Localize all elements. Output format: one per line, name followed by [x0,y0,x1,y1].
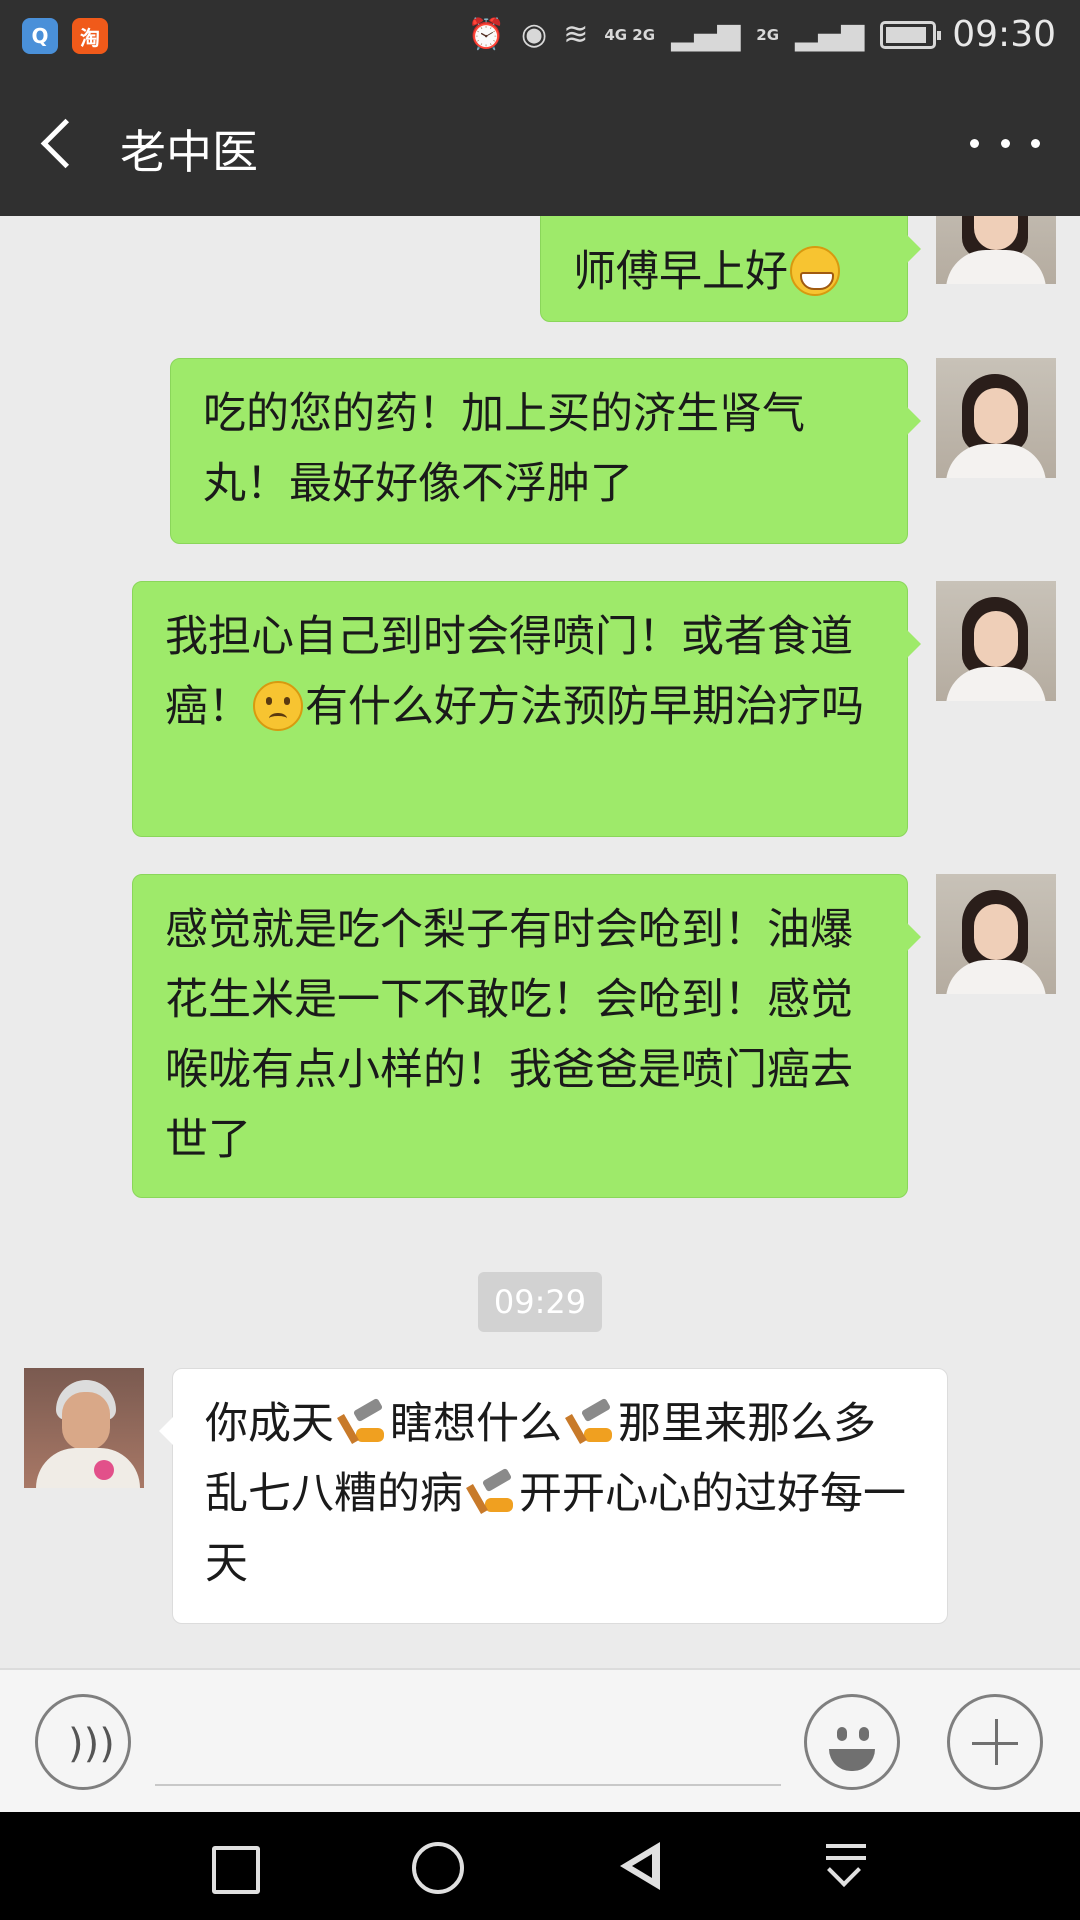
taobao-icon: 淘 [72,18,108,54]
message-text: 感觉就是吃个梨子有时会呛到！油爆花生米是一下不敢吃！会呛到！感觉喉咙有点小样的！… [165,905,853,1165]
back-icon[interactable] [618,1842,670,1894]
message-text-continued: 有什么好方法预防早期治疗吗 [305,682,864,732]
notification-pulldown-icon[interactable] [822,1842,874,1894]
network-label-2: 2G [756,25,780,44]
hammer-emoji-icon [564,1400,616,1448]
grin-emoji-icon [790,246,840,296]
message-text: 吃的您的药！加上买的济生肾气丸！最好好像不浮肿了 [203,389,805,509]
avatar[interactable] [936,581,1056,701]
status-time: 09:30 [952,14,1056,55]
message-bubble-outgoing[interactable]: 师傅早上好 [540,216,921,322]
chat-input-bar: ))) [0,1668,1080,1812]
qq-browser-icon: Q [22,18,58,54]
signal-icon-2: ▂▄▆ [795,17,865,52]
hammer-emoji-icon [336,1400,388,1448]
message-bubble-outgoing[interactable]: 感觉就是吃个梨子有时会呛到！油爆花生米是一下不敢吃！会呛到！感觉喉咙有点小样的！… [132,874,921,1198]
battery-icon [880,20,942,49]
message-text: 你成天 [205,1399,334,1449]
message-timestamp: 09:29 [478,1272,602,1332]
wifi-icon: ≋ [563,17,589,52]
avatar-old-doctor[interactable] [24,1368,144,1488]
sad-emoji-icon [253,681,303,731]
more-options-button[interactable] [970,128,1040,158]
signal-icon: ▂▄▆ [671,17,741,52]
voice-input-button[interactable]: ))) [35,1694,131,1790]
hammer-emoji-icon [465,1470,517,1518]
recent-apps-icon[interactable] [208,1842,260,1894]
status-indicators: ⏰ ◉ ≋ 4G 2G ▂▄▆ 2G ▂▄▆ 09:30 [468,14,1056,55]
network-label-1: 4G 2G [604,25,656,44]
system-navigation-bar [0,1812,1080,1920]
home-icon[interactable] [412,1842,464,1894]
message-text: 瞎想什么 [390,1399,562,1449]
more-dots-icon [970,138,979,148]
message-bubble-outgoing[interactable]: 我担心自己到时会得喷门！或者食道癌！ 有什么好方法预防早期治疗吗 [132,581,921,837]
back-button[interactable] [30,110,90,178]
message-bubble-outgoing[interactable]: 吃的您的药！加上买的济生肾气丸！最好好像不浮肿了 [170,358,921,544]
status-bar: Q 淘 ⏰ ◉ ≋ 4G 2G ▂▄▆ 2G ▂▄▆ 09:30 [0,0,1080,72]
avatar[interactable] [936,358,1056,478]
alarm-icon: ⏰ [467,17,505,52]
avatar[interactable] [936,216,1056,284]
message-input[interactable] [155,1710,781,1786]
eye-icon: ◉ [521,17,548,52]
emoji-button[interactable] [804,1694,900,1790]
message-text: 师傅早上好 [573,247,788,297]
message-bubble-incoming[interactable]: 你成天 瞎想什么 那里来那么多乱七八糟的病 开开心心的过好每一天 [159,1368,948,1624]
more-functions-button[interactable] [947,1694,1043,1790]
status-app-icons: Q 淘 [22,18,108,54]
avatar[interactable] [936,874,1056,994]
chat-title: 老中医 [120,125,258,179]
chat-header: 老中医 [0,72,1080,216]
chat-message-list[interactable]: 师傅早上好 吃的您的药！加上买的济生肾气丸！最好好像不浮肿了 我担心自己到时会得… [0,216,1080,1668]
voice-icon: ))) [68,1721,115,1767]
